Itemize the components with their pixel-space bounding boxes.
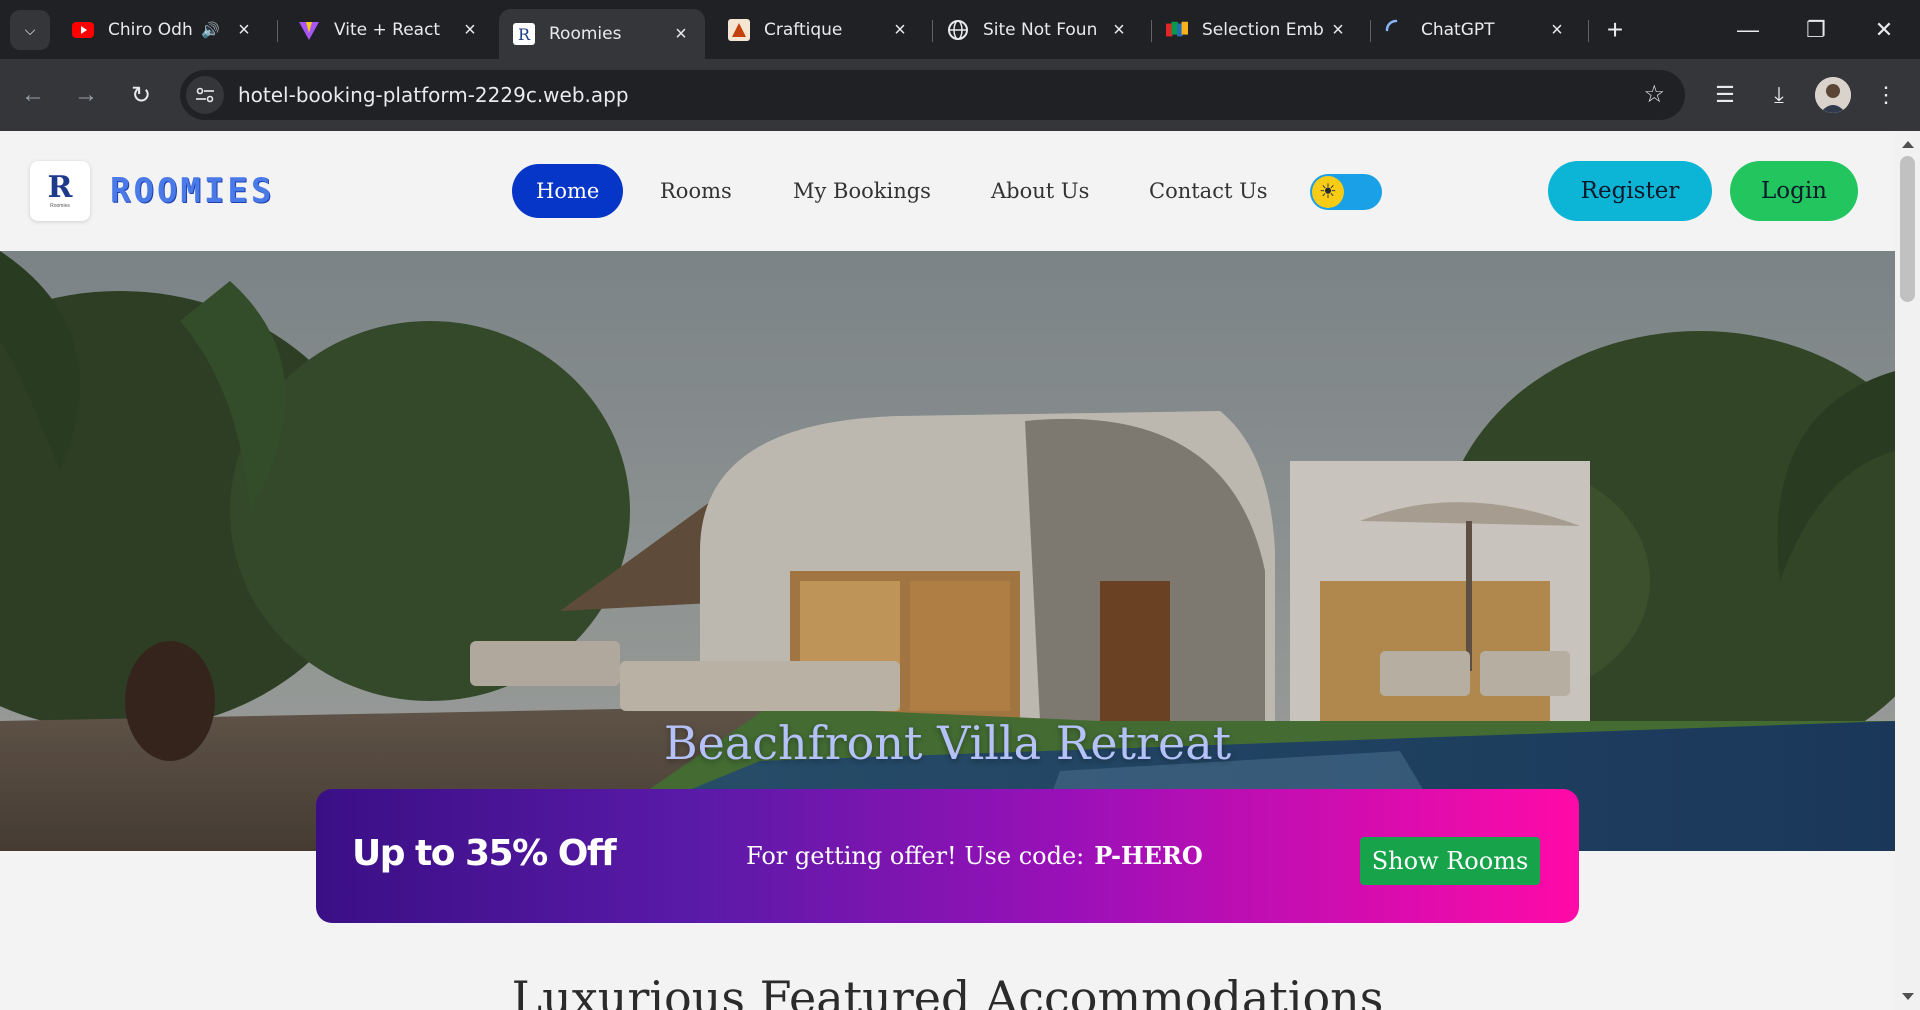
brand-name[interactable]: ROOMIES bbox=[110, 171, 274, 211]
nav-about-us[interactable]: About Us bbox=[967, 164, 1113, 218]
close-icon[interactable]: × bbox=[890, 19, 910, 42]
page-scrollbar[interactable] bbox=[1895, 131, 1920, 1010]
browser-tab-selection[interactable]: Selection Emb × bbox=[1152, 9, 1362, 51]
tab-title: Roomies bbox=[549, 24, 622, 44]
media-control-icon[interactable]: ☰ bbox=[1707, 77, 1743, 113]
address-bar[interactable]: hotel-booking-platform-2229c.web.app ☆ bbox=[180, 70, 1685, 120]
browser-toolbar: ← → ↻ hotel-booking-platform-2229c.web.a… bbox=[0, 59, 1920, 131]
browser-tab-site-not-found[interactable]: Site Not Foun × bbox=[933, 9, 1143, 51]
bookmark-star-icon[interactable]: ☆ bbox=[1643, 80, 1665, 109]
logo-letter: R bbox=[47, 170, 73, 205]
close-icon[interactable]: × bbox=[1109, 19, 1129, 42]
login-button[interactable]: Login bbox=[1730, 161, 1858, 221]
tab-title: Selection Emb bbox=[1202, 20, 1324, 40]
reload-icon[interactable]: ↻ bbox=[121, 75, 161, 115]
offer-banner: Up to 35% Off For getting offer! Use cod… bbox=[316, 789, 1579, 923]
nav-home[interactable]: Home bbox=[512, 164, 624, 218]
tab-title: Site Not Foun bbox=[983, 20, 1098, 40]
offer-text-wrap: For getting offer! Use code: P-HERO bbox=[746, 841, 1203, 870]
hero-title: Beachfront Villa Retreat bbox=[663, 716, 1232, 770]
vite-icon bbox=[298, 19, 320, 41]
profile-avatar[interactable] bbox=[1815, 77, 1851, 113]
browser-tab-craftique[interactable]: Craftique × bbox=[714, 9, 924, 51]
nav-contact-us[interactable]: Contact Us bbox=[1125, 164, 1292, 218]
section-title: Luxurious Featured Accommodations bbox=[511, 971, 1384, 1010]
register-button[interactable]: Register bbox=[1548, 161, 1712, 221]
logo-caption: Roomies bbox=[50, 203, 70, 209]
window-close-icon[interactable]: ✕ bbox=[1850, 0, 1918, 59]
tab-title: Chiro Odh bbox=[108, 20, 193, 40]
back-arrow-icon[interactable]: ← bbox=[13, 75, 53, 115]
scroll-up-arrow-icon[interactable] bbox=[1902, 141, 1914, 148]
craftique-icon bbox=[728, 19, 750, 41]
globe-icon bbox=[947, 19, 969, 41]
browser-tab-roomies[interactable]: R Roomies × bbox=[499, 9, 705, 59]
close-icon[interactable]: × bbox=[460, 19, 480, 42]
scrollbar-thumb[interactable] bbox=[1900, 156, 1915, 302]
new-tab-button[interactable]: + bbox=[1598, 13, 1632, 47]
zoho-icon bbox=[1166, 19, 1188, 41]
web-page: R Roomies ROOMIES Home Rooms My Bookings… bbox=[0, 131, 1895, 1010]
site-navbar: R Roomies ROOMIES Home Rooms My Bookings… bbox=[0, 131, 1895, 251]
restore-icon[interactable]: ❐ bbox=[1782, 0, 1850, 59]
download-icon[interactable]: ⤓ bbox=[1761, 77, 1797, 113]
offer-headline: Up to 35% Off bbox=[352, 833, 617, 874]
url-text[interactable]: hotel-booking-platform-2229c.web.app bbox=[238, 83, 629, 107]
tab-search-button[interactable]: ⌵ bbox=[10, 10, 50, 50]
site-settings-icon[interactable] bbox=[186, 76, 224, 114]
tab-divider bbox=[277, 20, 278, 42]
close-icon[interactable]: × bbox=[234, 19, 254, 42]
speaker-icon[interactable]: 🔊 bbox=[201, 21, 220, 39]
nav-rooms[interactable]: Rooms bbox=[636, 164, 756, 218]
offer-code: P-HERO bbox=[1094, 841, 1203, 870]
menu-kebab-icon[interactable]: ⋮ bbox=[1868, 77, 1904, 113]
site-logo[interactable]: R Roomies bbox=[30, 161, 90, 221]
close-icon[interactable]: × bbox=[671, 23, 691, 46]
tab-title: Vite + React bbox=[334, 20, 441, 40]
close-icon[interactable]: × bbox=[1328, 19, 1348, 42]
offer-description: For getting offer! Use code: bbox=[746, 842, 1085, 870]
browser-tab-strip: ⌵ Chiro Odh 🔊 × Vite + React × R Roomies… bbox=[0, 0, 1920, 59]
browser-tab-vite[interactable]: Vite + React × bbox=[284, 9, 494, 51]
browser-tab-chatgpt[interactable]: ChatGPT × bbox=[1371, 9, 1581, 51]
sun-icon: ☀ bbox=[1312, 176, 1344, 208]
youtube-icon bbox=[72, 19, 94, 41]
browser-tab-youtube[interactable]: Chiro Odh 🔊 × bbox=[58, 9, 268, 51]
roomies-icon: R bbox=[513, 23, 535, 45]
nav-my-bookings[interactable]: My Bookings bbox=[769, 164, 955, 218]
show-rooms-button[interactable]: Show Rooms bbox=[1360, 837, 1540, 885]
tab-divider bbox=[1588, 20, 1589, 42]
theme-toggle[interactable]: ☀ bbox=[1310, 174, 1382, 210]
loading-icon bbox=[1385, 19, 1407, 41]
minimize-icon[interactable]: — bbox=[1714, 0, 1782, 59]
svg-text:R: R bbox=[518, 25, 531, 44]
tab-title: Craftique bbox=[764, 20, 843, 40]
tab-title: ChatGPT bbox=[1421, 20, 1495, 40]
chevron-down-icon: ⌵ bbox=[24, 21, 36, 38]
scroll-down-arrow-icon[interactable] bbox=[1902, 993, 1914, 1000]
close-icon[interactable]: × bbox=[1547, 19, 1567, 42]
forward-arrow-icon[interactable]: → bbox=[66, 75, 106, 115]
